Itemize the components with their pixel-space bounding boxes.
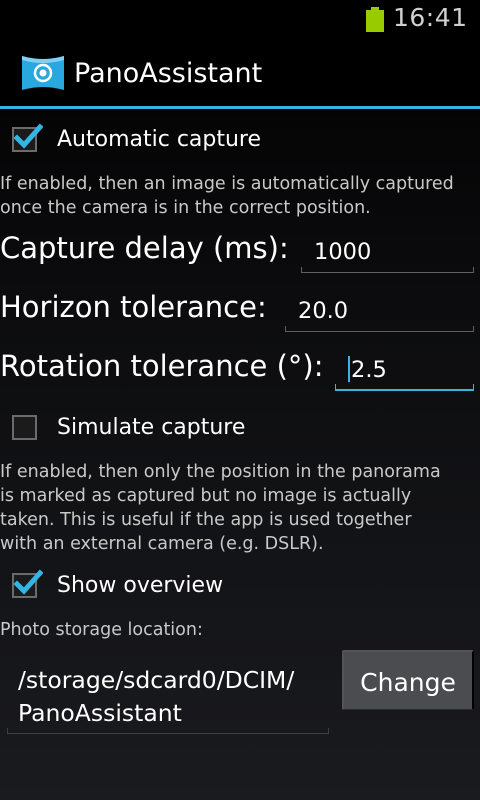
input-underline — [301, 267, 474, 273]
checkmark-icon — [13, 569, 43, 595]
description-line: is marked as captured but no image is ac… — [0, 486, 412, 506]
rotation-tolerance-label: Rotation tolerance (°): — [0, 349, 324, 383]
action-bar-divider — [0, 106, 480, 109]
simulate-capture-label[interactable]: Simulate capture — [57, 415, 245, 440]
input-underline — [335, 384, 474, 391]
battery-icon — [366, 7, 384, 32]
change-storage-button[interactable]: Change — [342, 650, 474, 710]
show-overview-checkbox[interactable] — [12, 569, 43, 598]
text-cursor — [348, 356, 350, 382]
horizon-tolerance-input[interactable]: 20.0 — [285, 296, 474, 332]
capture-delay-input[interactable]: 1000 — [301, 237, 474, 273]
show-overview-label[interactable]: Show overview — [57, 573, 223, 598]
horizon-tolerance-value: 20.0 — [298, 298, 349, 324]
input-underline — [285, 326, 474, 332]
storage-path-underline — [7, 728, 329, 734]
action-bar: PanoAssistant — [0, 38, 480, 106]
horizon-tolerance-label: Horizon tolerance: — [0, 290, 267, 324]
simulate-capture-checkbox[interactable] — [12, 415, 37, 440]
description-line: If enabled, then an image is automatical… — [0, 174, 454, 194]
storage-path-line: /storage/sdcard0/DCIM/ — [18, 666, 295, 694]
rotation-tolerance-value: 2.5 — [351, 357, 387, 383]
description-line: with an external camera (e.g. DSLR). — [0, 534, 324, 554]
storage-path-field: /storage/sdcard0/DCIM/ PanoAssistant — [18, 664, 328, 730]
rotation-tolerance-input[interactable]: 2.5 — [335, 355, 474, 391]
automatic-capture-checkbox[interactable] — [12, 123, 43, 152]
description-line: once the camera is in the correct positi… — [0, 198, 371, 218]
app-title: PanoAssistant — [74, 58, 263, 89]
capture-delay-value: 1000 — [314, 239, 372, 265]
screen: 16:41 PanoAssistant Automatic capture If… — [0, 0, 480, 800]
status-bar: 16:41 — [0, 0, 480, 38]
status-clock: 16:41 — [393, 3, 468, 32]
photo-storage-label: Photo storage location: — [0, 620, 203, 640]
automatic-capture-label[interactable]: Automatic capture — [57, 127, 261, 152]
automatic-capture-description: If enabled, then an image is automatical… — [0, 172, 480, 220]
storage-path-line: PanoAssistant — [18, 699, 182, 727]
app-logo-icon[interactable] — [20, 54, 66, 92]
description-line: taken. This is useful if the app is used… — [0, 510, 412, 530]
description-line: If enabled, then only the position in th… — [0, 462, 441, 482]
checkmark-icon — [13, 123, 43, 149]
simulate-capture-description: If enabled, then only the position in th… — [0, 460, 480, 556]
capture-delay-label: Capture delay (ms): — [0, 231, 289, 265]
